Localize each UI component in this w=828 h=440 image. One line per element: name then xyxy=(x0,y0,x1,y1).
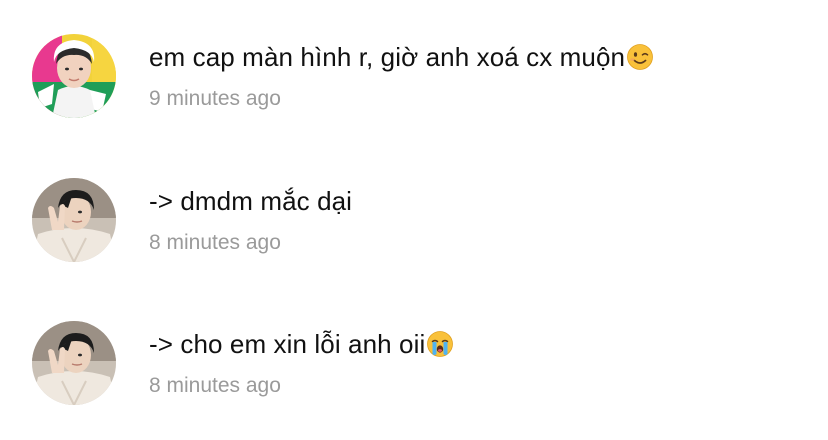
comment-list: em cap màn hình r, giờ anh xoá cx muộn 9… xyxy=(0,0,828,440)
user-avatar[interactable] xyxy=(32,178,116,262)
comment-item: -> cho em xin lỗi anh oii 8 minutes ago xyxy=(0,321,828,421)
user-avatar[interactable] xyxy=(32,34,116,118)
avatar-image xyxy=(32,178,116,262)
comment-timestamp: 8 minutes ago xyxy=(149,231,281,254)
comment-text: em cap màn hình r, giờ anh xoá cx muộn xyxy=(149,42,626,72)
comment-text-row: em cap màn hình r, giờ anh xoá cx muộn xyxy=(149,42,654,73)
comment-text: -> dmdm mắc dại xyxy=(149,186,353,216)
comment-item: em cap màn hình r, giờ anh xoá cx muộn 9… xyxy=(0,34,828,134)
winking-face-emoji-icon xyxy=(626,43,654,71)
comment-timestamp: 8 minutes ago xyxy=(149,374,281,397)
comment-timestamp: 9 minutes ago xyxy=(149,87,281,110)
comment-text-row: -> cho em xin lỗi anh oii xyxy=(149,329,454,360)
comment-text: -> cho em xin lỗi anh oii xyxy=(149,329,426,359)
comment-item: -> dmdm mắc dại 8 minutes ago xyxy=(0,178,828,278)
loudly-crying-face-emoji-icon xyxy=(426,330,454,358)
avatar-image xyxy=(32,34,116,118)
user-avatar[interactable] xyxy=(32,321,116,405)
avatar-image xyxy=(32,321,116,405)
